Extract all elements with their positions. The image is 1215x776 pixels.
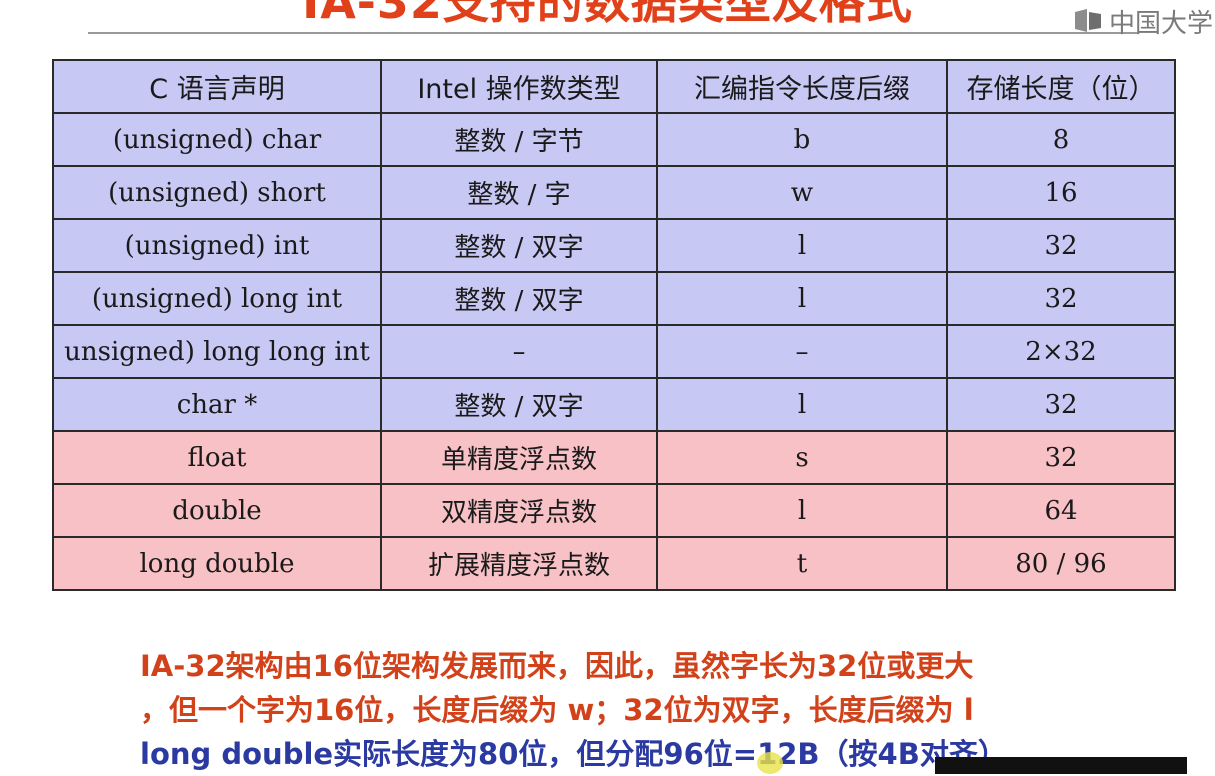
- video-overlay-bar: [935, 757, 1187, 774]
- cell-intel-type: 整数 / 字节: [380, 112, 658, 167]
- cell-storage-length: 2×32: [946, 324, 1176, 379]
- cell-c-declaration: (unsigned) long int: [52, 271, 382, 326]
- cell-c-declaration: (unsigned) int: [52, 218, 382, 273]
- cell-intel-type: 整数 / 字: [380, 165, 658, 220]
- cell-asm-suffix: l: [656, 271, 948, 326]
- cell-storage-length: 8: [946, 112, 1176, 167]
- cell-c-declaration: (unsigned) char: [52, 112, 382, 167]
- cell-asm-suffix: b: [656, 112, 948, 167]
- table-row: (unsigned) int 整数 / 双字 l 32: [52, 218, 1176, 273]
- cell-c-declaration: float: [52, 430, 382, 485]
- cell-asm-suffix: s: [656, 430, 948, 485]
- cell-c-declaration: (unsigned) short: [52, 165, 382, 220]
- cell-asm-suffix: l: [656, 483, 948, 538]
- note-line-1: IA-32架构由16位架构发展而来，因此，虽然字长为32位或更大: [140, 649, 974, 683]
- cell-storage-length: 64: [946, 483, 1176, 538]
- table-row: unsigned) long long int – – 2×32: [52, 324, 1176, 379]
- cell-storage-length: 80 / 96: [946, 536, 1176, 591]
- cell-asm-suffix: l: [656, 377, 948, 432]
- cell-c-declaration: double: [52, 483, 382, 538]
- table-row: (unsigned) short 整数 / 字 w 16: [52, 165, 1176, 220]
- cell-intel-type: 双精度浮点数: [380, 483, 658, 538]
- cell-intel-type: 整数 / 双字: [380, 377, 658, 432]
- logo-text: 中国大学: [1108, 8, 1213, 39]
- cell-intel-type: 单精度浮点数: [380, 430, 658, 485]
- note-line-2: ，但一个字为16位，长度后缀为 w；32位为双字，长度后缀为 l: [140, 693, 974, 727]
- title-divider: [88, 32, 1138, 34]
- logo-mark-icon: [1073, 8, 1103, 34]
- cell-storage-length: 32: [946, 430, 1176, 485]
- cell-asm-suffix: w: [656, 165, 948, 220]
- cell-intel-type: –: [380, 324, 658, 379]
- cell-intel-type: 整数 / 双字: [380, 218, 658, 273]
- cell-c-declaration: unsigned) long long int: [52, 324, 382, 379]
- table-row: char * 整数 / 双字 l 32: [52, 377, 1176, 432]
- cell-intel-type: 整数 / 双字: [380, 271, 658, 326]
- pointer-highlight: [757, 752, 783, 774]
- table-row: double 双精度浮点数 l 64: [52, 483, 1176, 538]
- cell-asm-suffix: t: [656, 536, 948, 591]
- table-row: long double 扩展精度浮点数 t 80 / 96: [52, 536, 1176, 591]
- cell-storage-length: 32: [946, 218, 1176, 273]
- cell-intel-type: 扩展精度浮点数: [380, 536, 658, 591]
- cell-asm-suffix: l: [656, 218, 948, 273]
- header-intel-type: Intel 操作数类型: [380, 59, 658, 114]
- cell-storage-length: 32: [946, 377, 1176, 432]
- watermark-logo: 中国大学: [1073, 0, 1215, 42]
- table-header-row: C 语言声明 Intel 操作数类型 汇编指令长度后缀 存储长度（位）: [52, 59, 1176, 114]
- header-c-declaration: C 语言声明: [52, 59, 382, 114]
- header-asm-suffix: 汇编指令长度后缀: [656, 59, 948, 114]
- header-storage-length: 存储长度（位）: [946, 59, 1176, 114]
- slide-title: IA-32支持的数据类型及格式: [302, 0, 913, 29]
- table-row: float 单精度浮点数 s 32: [52, 430, 1176, 485]
- cell-asm-suffix: –: [656, 324, 948, 379]
- data-type-table: C 语言声明 Intel 操作数类型 汇编指令长度后缀 存储长度（位） (uns…: [52, 59, 1176, 591]
- cell-c-declaration: char *: [52, 377, 382, 432]
- cell-storage-length: 16: [946, 165, 1176, 220]
- cell-c-declaration: long double: [52, 536, 382, 591]
- cell-storage-length: 32: [946, 271, 1176, 326]
- table-row: (unsigned) char 整数 / 字节 b 8: [52, 112, 1176, 167]
- table-row: (unsigned) long int 整数 / 双字 l 32: [52, 271, 1176, 326]
